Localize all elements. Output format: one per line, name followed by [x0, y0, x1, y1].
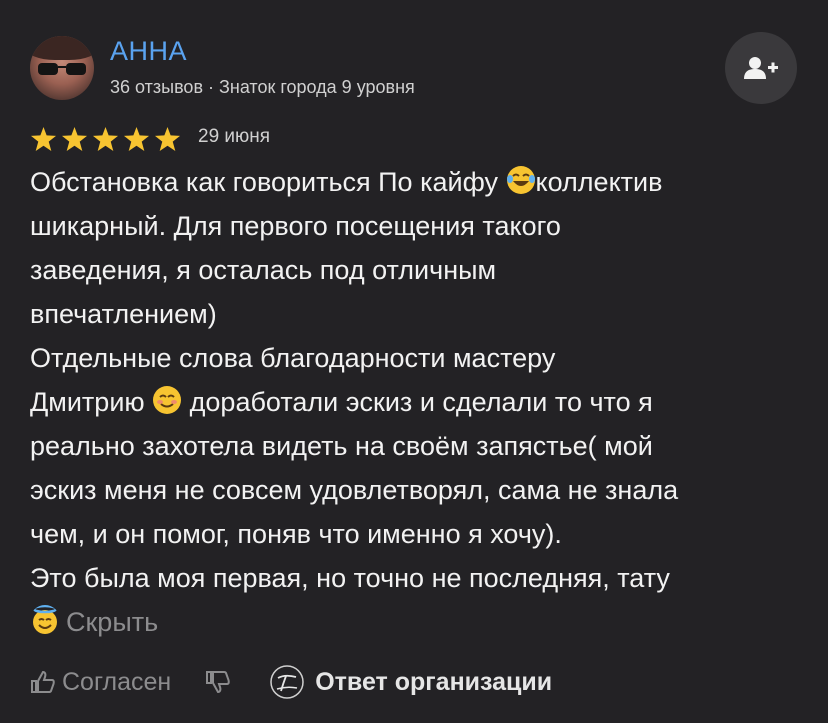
- follow-button[interactable]: [725, 32, 797, 104]
- review-line: Обстановка как говориться По кайфу колле…: [30, 160, 810, 204]
- review-text: Обстановка как говориться По кайфу колле…: [30, 160, 810, 644]
- review-line: впечатлением): [30, 299, 217, 329]
- org-reply-label: Ответ организации: [315, 667, 553, 696]
- review-line: Отдельные слова благодарности мастеру: [30, 343, 556, 373]
- star-icon: [30, 127, 57, 151]
- review-line: Дмитрию доработали эскиз и сделали то чт…: [30, 380, 810, 424]
- review-text-segment: коллектив: [535, 167, 663, 197]
- rating-stars: [30, 127, 181, 151]
- review-line: реально захотела видеть на своём запясть…: [30, 431, 653, 461]
- avatar-hair: [30, 36, 94, 60]
- review-line: эскиз меня не совсем удовлетворял, сама …: [30, 475, 679, 505]
- review-line: чем, и он помог, поняв что именно я хочу…: [30, 519, 562, 549]
- laughing-tears-emoji-icon: [506, 166, 535, 194]
- review-line: шикарный. Для первого посещения такого: [30, 211, 561, 241]
- organization-logo-icon: [270, 665, 304, 699]
- disagree-button[interactable]: [205, 670, 231, 694]
- add-user-icon: [744, 57, 778, 79]
- review-line: Это была моя первая, но точно не последн…: [30, 563, 670, 593]
- review-text-segment: доработали эскиз и сделали то что я: [182, 387, 653, 417]
- review-date: 29 июня: [198, 126, 271, 147]
- user-name[interactable]: АННА: [110, 36, 187, 67]
- hide-link[interactable]: Скрыть: [66, 607, 158, 637]
- org-reply-button[interactable]: Ответ организации: [269, 664, 552, 700]
- star-icon: [61, 127, 88, 151]
- user-meta: 36 отзывов · Знаток города 9 уровня: [110, 77, 415, 97]
- review-line: Скрыть: [30, 600, 810, 644]
- review-text-segment: Дмитрию: [30, 387, 153, 417]
- smiling-blush-emoji-icon: [153, 386, 182, 414]
- review-text-segment: Обстановка как говориться По кайфу: [30, 167, 506, 197]
- avatar[interactable]: [30, 36, 94, 100]
- review-actions: Согласен Ответ организации: [30, 664, 552, 700]
- star-icon: [154, 127, 181, 151]
- review-line: заведения, я осталась под отличным: [30, 255, 497, 285]
- agree-label: Согласен: [62, 667, 172, 696]
- halo-smile-emoji-icon: [32, 605, 58, 634]
- thumbs-up-icon: [31, 670, 55, 693]
- avatar-sunglasses: [38, 63, 86, 75]
- agree-button[interactable]: Согласен: [30, 668, 171, 697]
- star-icon: [92, 127, 119, 151]
- star-icon: [123, 127, 150, 151]
- thumbs-down-icon: [206, 671, 231, 694]
